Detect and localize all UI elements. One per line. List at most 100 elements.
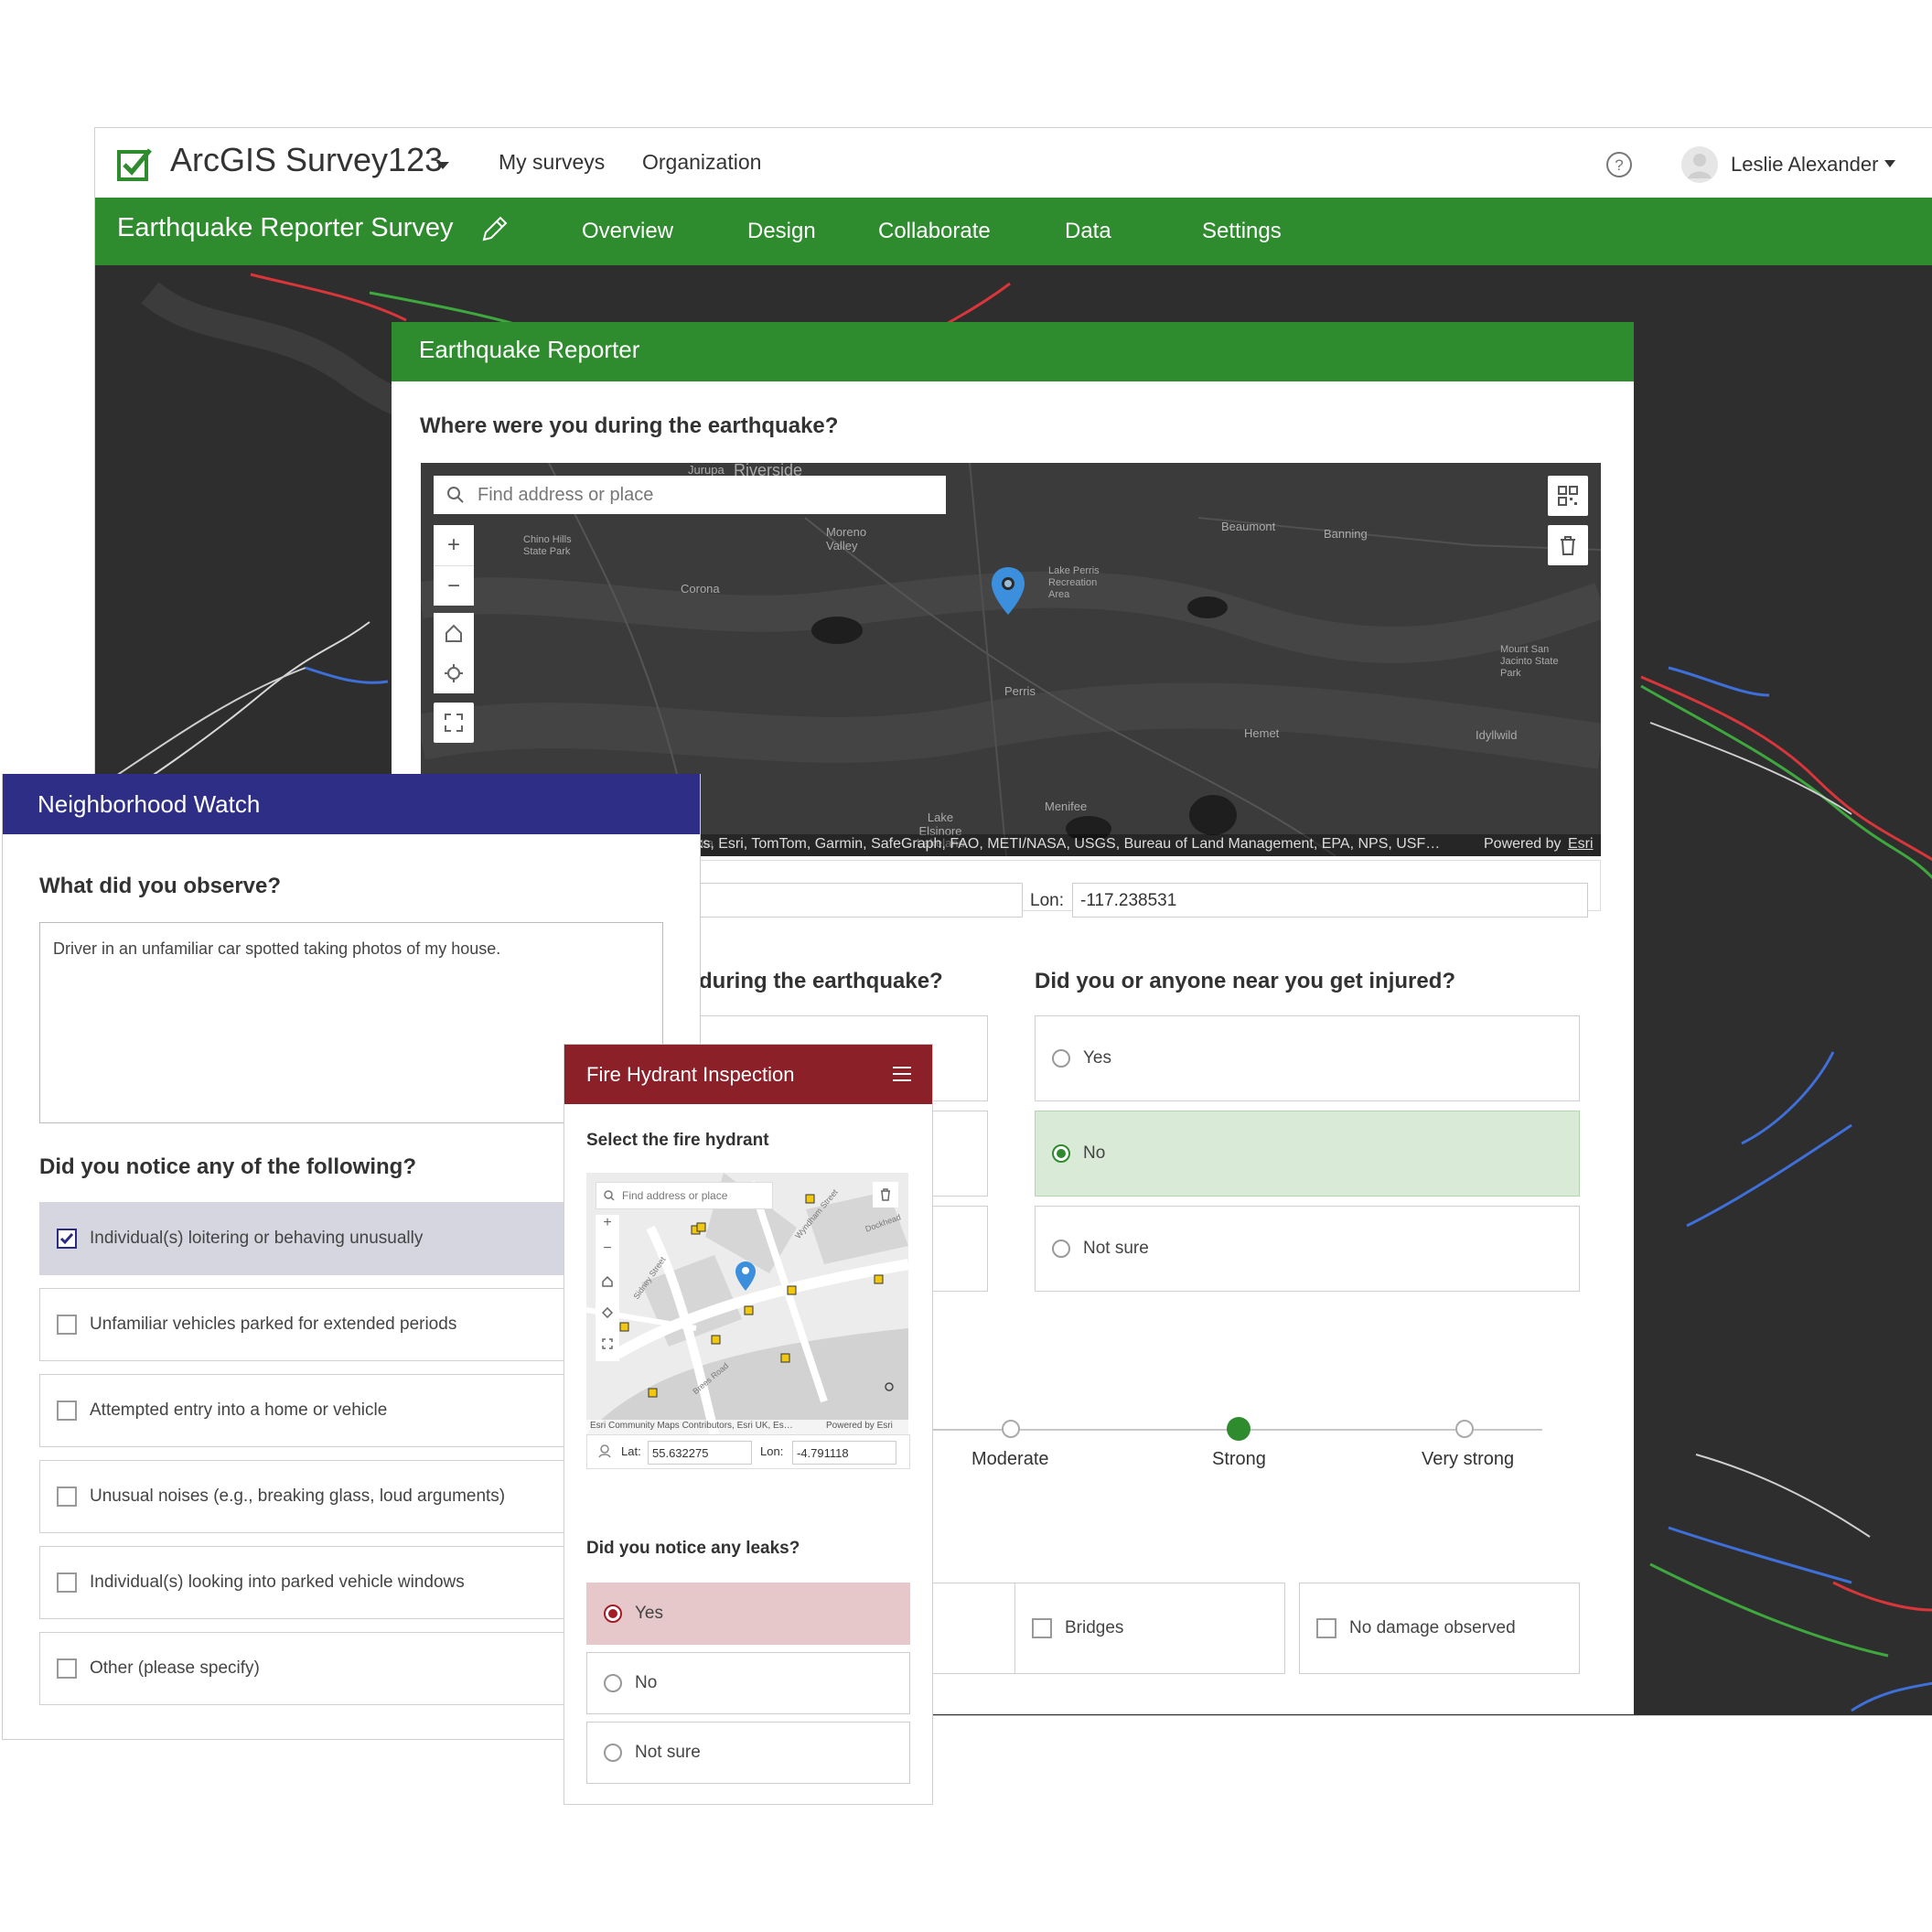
trash-icon — [1561, 536, 1575, 555]
radio-yes[interactable] — [1052, 1049, 1070, 1068]
checkbox[interactable] — [57, 1401, 77, 1421]
map-label: Jurupa — [688, 463, 724, 477]
option-label: No damage observed — [1349, 1618, 1516, 1637]
scale-stop-very-strong[interactable] — [1455, 1420, 1474, 1438]
damage-option-bridges[interactable]: Bridges — [1014, 1583, 1285, 1674]
lon-label: Lon: — [760, 1444, 784, 1458]
lat-label: Lat: — [621, 1444, 641, 1458]
question-injured: Did you or anyone near you get injured? — [1035, 969, 1456, 993]
option-label: Yes — [1083, 1048, 1111, 1068]
injured-option-not-sure[interactable]: Not sure — [1035, 1206, 1580, 1292]
map-attribution: Esri Community Maps Contributors, Esri U… — [590, 1421, 793, 1431]
checkbox[interactable] — [1032, 1618, 1052, 1638]
injured-option-no[interactable]: No — [1035, 1111, 1580, 1197]
scale-stop-strong-selected[interactable] — [1227, 1417, 1250, 1441]
fullscreen-button[interactable] — [434, 703, 474, 743]
location-pin-icon[interactable] — [990, 565, 1026, 617]
radio-no[interactable] — [604, 1674, 622, 1692]
avatar[interactable] — [1680, 145, 1719, 184]
location-pin-icon[interactable] — [735, 1261, 757, 1292]
zoom-in-button[interactable]: + — [434, 525, 474, 566]
map-label: Mount San Jacinto State Park — [1500, 644, 1559, 679]
locate-button[interactable] — [434, 653, 474, 693]
option-label: Unfamiliar vehicles parked for extended … — [90, 1315, 457, 1334]
home-button[interactable] — [434, 613, 474, 653]
powered-by: Powered by — [1484, 836, 1562, 852]
user-menu-chevron-icon[interactable] — [1884, 159, 1896, 168]
leak-option-not-sure[interactable]: Not sure — [586, 1722, 910, 1784]
powered-by: Powered by Esri — [826, 1421, 893, 1431]
qr-button[interactable] — [1548, 476, 1588, 516]
lat-input[interactable]: 55.632275 — [648, 1441, 752, 1465]
lon-input[interactable]: -4.791118 — [792, 1441, 896, 1465]
lat-input[interactable] — [698, 883, 1023, 918]
leak-option-yes[interactable]: Yes — [586, 1583, 910, 1645]
option-label: Individual(s) loitering or behaving unus… — [90, 1229, 424, 1248]
scale-label: Very strong — [1422, 1449, 1515, 1469]
damage-option-partial[interactable] — [929, 1583, 1026, 1674]
tab-settings[interactable]: Settings — [1202, 219, 1282, 244]
map-search[interactable]: Find address or place — [434, 476, 946, 514]
radio-not-sure[interactable] — [604, 1744, 622, 1762]
option-label: Not sure — [635, 1743, 701, 1762]
form-title: Earthquake Reporter — [419, 336, 640, 363]
question-leaks: Did you notice any leaks? — [586, 1539, 800, 1558]
map-label: Chino Hills State Park — [523, 534, 572, 557]
checkbox[interactable] — [57, 1658, 77, 1679]
check-icon — [59, 1233, 74, 1245]
nav-my-surveys[interactable]: My surveys — [499, 150, 605, 175]
hydrant-markers[interactable] — [586, 1173, 908, 1434]
option-label: No — [635, 1673, 658, 1692]
help-icon[interactable]: ? — [1605, 151, 1633, 178]
map-label: Beaumont — [1221, 520, 1276, 533]
nav-organization[interactable]: Organization — [642, 150, 761, 175]
checkbox-checked[interactable] — [57, 1229, 77, 1249]
fullscreen-icon — [445, 714, 463, 732]
checkbox[interactable] — [57, 1572, 77, 1593]
option-label: Not sure — [1083, 1239, 1149, 1258]
tab-collaborate[interactable]: Collaborate — [878, 219, 991, 244]
injured-option-yes[interactable]: Yes — [1035, 1015, 1580, 1101]
map-label: Idyllwild — [1476, 728, 1518, 742]
map-label: Menifee — [1045, 800, 1088, 813]
option-label: Yes — [635, 1604, 663, 1623]
checkbox[interactable] — [57, 1315, 77, 1335]
survey123-logo-icon — [117, 148, 152, 181]
survey-title: Earthquake Reporter Survey — [117, 213, 454, 242]
hamburger-menu-icon[interactable] — [892, 1065, 912, 1083]
esri-link[interactable]: Esri — [1568, 836, 1594, 853]
location-accuracy-icon — [598, 1444, 611, 1458]
damage-option-none[interactable]: No damage observed — [1299, 1583, 1580, 1674]
tab-data[interactable]: Data — [1065, 219, 1111, 244]
scale-label: Moderate — [971, 1449, 1049, 1469]
edit-pencil-icon[interactable] — [480, 216, 508, 243]
radio-no-selected[interactable] — [1052, 1144, 1070, 1163]
option-label: Unusual noises (e.g., breaking glass, lo… — [90, 1487, 506, 1506]
option-label: Bridges — [1065, 1618, 1124, 1637]
scale-stop-moderate[interactable] — [1002, 1420, 1020, 1438]
zoom-control: + − — [434, 525, 474, 606]
map-label: Lake Perris Recreation Area — [1048, 565, 1100, 600]
checkbox[interactable] — [1316, 1618, 1336, 1638]
locate-icon — [445, 664, 463, 682]
chevron-down-icon[interactable] — [435, 161, 450, 170]
scale-label: Strong — [1212, 1449, 1266, 1469]
app-brand[interactable]: ArcGIS Survey123 — [170, 141, 443, 179]
tab-overview[interactable]: Overview — [582, 219, 673, 244]
question-select-hydrant: Select the fire hydrant — [586, 1131, 769, 1150]
zoom-out-button[interactable]: − — [434, 566, 474, 606]
radio-yes-selected[interactable] — [604, 1605, 622, 1623]
lon-input[interactable]: -117.238531 — [1072, 883, 1588, 918]
checkbox[interactable] — [57, 1487, 77, 1507]
qr-code-icon — [1558, 486, 1578, 506]
tab-design[interactable]: Design — [747, 219, 816, 244]
map-label: Banning — [1324, 527, 1368, 541]
radio-not-sure[interactable] — [1052, 1240, 1070, 1258]
form-title: Neighborhood Watch — [38, 790, 261, 818]
leak-option-no[interactable]: No — [586, 1652, 910, 1714]
clear-location-button[interactable] — [1548, 525, 1588, 565]
map-search-placeholder: Find address or place — [478, 484, 654, 505]
hydrant-map[interactable]: Sidney Street Wyndham Street Dockhead Br… — [586, 1173, 908, 1434]
option-label: Individual(s) looking into parked vehicl… — [90, 1572, 465, 1592]
user-name[interactable]: Leslie Alexander — [1731, 153, 1878, 177]
